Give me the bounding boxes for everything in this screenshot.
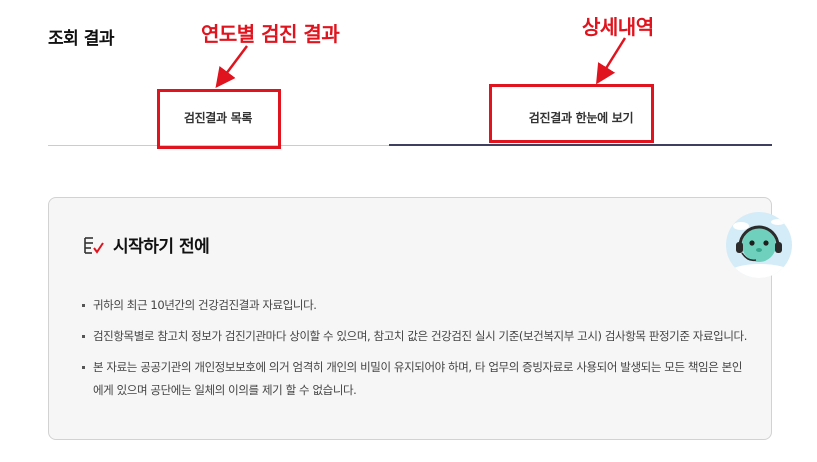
- annotation-arrow-2: [596, 37, 627, 85]
- notice-item: 검진항목별로 참고치 정보가 검진기관마다 상이할 수 있으며, 참고치 값은 …: [79, 325, 749, 348]
- card-header: 시작하기 전에: [83, 232, 210, 257]
- annotation-box-result-list: [157, 89, 281, 149]
- info-card: 시작하기 전에 귀하의 최근 10년간의 건강검진결과 자료입니다. 검진항목별…: [48, 197, 772, 440]
- card-title: 시작하기 전에: [113, 237, 210, 257]
- checklist-icon: [83, 234, 105, 256]
- annotation-label-yearly-results: 연도별 검진 결과: [201, 22, 340, 46]
- annotation-arrow-1: [215, 45, 248, 88]
- notice-item: 본 자료는 공공기관의 개인정보보호에 의거 엄격히 개인의 비밀이 유지되어야…: [79, 356, 749, 402]
- annotation-box-result-overview: [489, 84, 654, 143]
- notice-list: 귀하의 최근 10년간의 건강검진결과 자료입니다. 검진항목별로 참고치 정보…: [79, 294, 749, 410]
- tab-underline-active: [389, 144, 772, 146]
- notice-item: 귀하의 최근 10년간의 건강검진결과 자료입니다.: [79, 294, 749, 317]
- headset-mascot-icon: [726, 212, 792, 278]
- page-title: 조회 결과: [48, 29, 114, 49]
- annotation-label-details: 상세내역: [582, 15, 654, 39]
